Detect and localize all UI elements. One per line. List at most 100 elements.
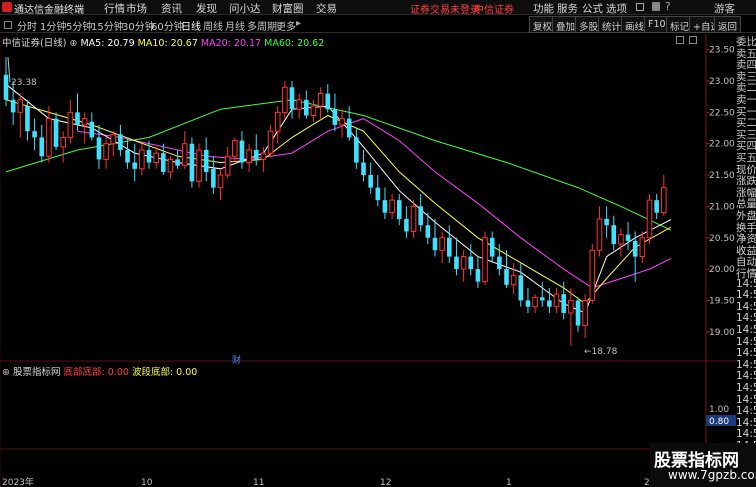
sub-indicator-value-2: 波段底部: 0.00 [131, 367, 198, 378]
candle-body-down [489, 237, 495, 257]
candle [532, 294, 538, 313]
candle-body-down [504, 269, 509, 285]
menu-item-wealth[interactable]: 财富圈 [272, 1, 304, 16]
broker-name[interactable]: 中信证券 [474, 1, 514, 16]
toolbar-back[interactable]: 返回 [714, 16, 742, 33]
period-tab-multi[interactable]: 多周期 [247, 18, 277, 33]
menu-item-ask[interactable]: 问小达 [229, 1, 261, 16]
menu-item-market[interactable]: 市场 [126, 1, 147, 16]
candle-body-down [368, 175, 373, 188]
candle-body-up [232, 140, 238, 157]
candle [482, 231, 488, 285]
chart-maximize-icon[interactable] [689, 36, 697, 44]
candle-body-up [103, 143, 109, 160]
message-icon[interactable] [652, 2, 660, 11]
period-tab-daily[interactable]: 日线 [181, 18, 201, 33]
candle [267, 124, 274, 157]
ma10-label: MA10: 20.67 [137, 38, 198, 49]
layout-icon[interactable] [4, 21, 12, 29]
candle-body-up [246, 149, 252, 164]
candle-body-down [382, 200, 388, 213]
candle [589, 244, 596, 304]
menu-item-news[interactable]: 资讯 [161, 1, 182, 16]
candle-body-down [53, 118, 59, 147]
candle [575, 297, 581, 332]
period-tab-60min[interactable]: 60分钟 [151, 18, 184, 33]
candle-body-up [181, 143, 188, 167]
period-tab-5min[interactable]: 5分钟 [66, 18, 92, 33]
more-arrow-icon[interactable]: ▸ [296, 18, 301, 29]
candle-body-up [661, 187, 667, 214]
menu-item-function[interactable]: 功能 [533, 1, 554, 16]
candle-body-up [639, 237, 646, 258]
candle-body-down [39, 137, 45, 157]
candle-body-up [17, 99, 24, 113]
candle [410, 200, 417, 238]
candle [525, 287, 531, 313]
login-status[interactable]: 证券交易未登录 [410, 1, 480, 16]
menu-arrow-icon[interactable]: ⊕ [69, 38, 77, 49]
kline-chart[interactable]: 23.5023.0022.5022.0021.5021.0020.5020.00… [0, 34, 736, 487]
y-tick-label: 22.50 [709, 108, 735, 118]
candle-body-down [118, 134, 123, 150]
candle [196, 143, 202, 188]
candle [382, 187, 388, 219]
candle [46, 106, 52, 163]
candle-body-down [32, 131, 37, 138]
candle-body-down [604, 218, 609, 226]
menu-item-discover[interactable]: 发现 [196, 1, 217, 16]
candle-body-down [304, 99, 309, 116]
candle-body-up [618, 234, 624, 245]
grid-lines [0, 34, 736, 487]
candle [539, 281, 545, 307]
candle-body-down [539, 297, 545, 301]
y-tick-label: 21.00 [709, 202, 735, 212]
period-tab-1min[interactable]: 1分钟 [40, 18, 66, 33]
candle [53, 112, 59, 150]
candle-body-up [167, 158, 174, 173]
x-label-11: 11 [253, 478, 264, 487]
y-axis: 23.50 23.00 22.50 22.00 21.50 21.00 20.50 20.00… [706, 46, 735, 338]
period-tab-15min[interactable]: 15分钟 [91, 18, 124, 33]
candle [447, 225, 452, 263]
candle [396, 193, 402, 226]
candle-body-down [632, 240, 638, 257]
period-tab-monthly[interactable]: 月线 [225, 18, 245, 33]
side-panel-label: 14:5 [736, 289, 756, 302]
candle [81, 112, 88, 144]
finance-marker: 财 [232, 354, 241, 366]
menu-item-trade[interactable]: 交易 [316, 1, 337, 16]
side-panel-label: 14:5 [736, 335, 756, 348]
menu-item-options[interactable]: 选项 [606, 1, 627, 16]
period-tab-30min[interactable]: 30分钟 [122, 18, 155, 33]
skin-icon[interactable] [636, 3, 644, 11]
candle [454, 237, 459, 276]
candle-body-up [339, 118, 345, 126]
period-tab-timeshare[interactable]: 分时 [17, 18, 37, 33]
candle-body-down [289, 87, 295, 110]
sub-menu-icon[interactable]: ⊕ [2, 367, 10, 378]
period-tab-weekly[interactable]: 周线 [203, 18, 223, 33]
candle [239, 131, 245, 169]
period-tab-more[interactable]: 更多 [276, 18, 296, 33]
candle [246, 143, 252, 172]
side-panel-label: 14:5 [736, 428, 756, 441]
menu-item-service[interactable]: 服务 [557, 1, 578, 16]
candle-body-down [146, 149, 152, 163]
candle [418, 193, 423, 232]
candle [432, 218, 438, 257]
candle [332, 93, 338, 132]
chart-settings-icon[interactable] [676, 36, 684, 44]
candle [375, 175, 381, 207]
candle-body-up [139, 149, 145, 170]
help-icon[interactable]: ? [665, 1, 671, 13]
menu-item-formula[interactable]: 公式 [582, 1, 603, 16]
user-label[interactable]: 游客 [714, 1, 735, 16]
candle [368, 162, 373, 194]
menu-item-quotes[interactable]: 行情 [104, 1, 125, 16]
x-label-10: 10 [141, 478, 153, 487]
candle-body-down [361, 162, 366, 176]
candle-body-down [75, 112, 80, 125]
candle [596, 206, 603, 257]
candle [103, 137, 109, 169]
